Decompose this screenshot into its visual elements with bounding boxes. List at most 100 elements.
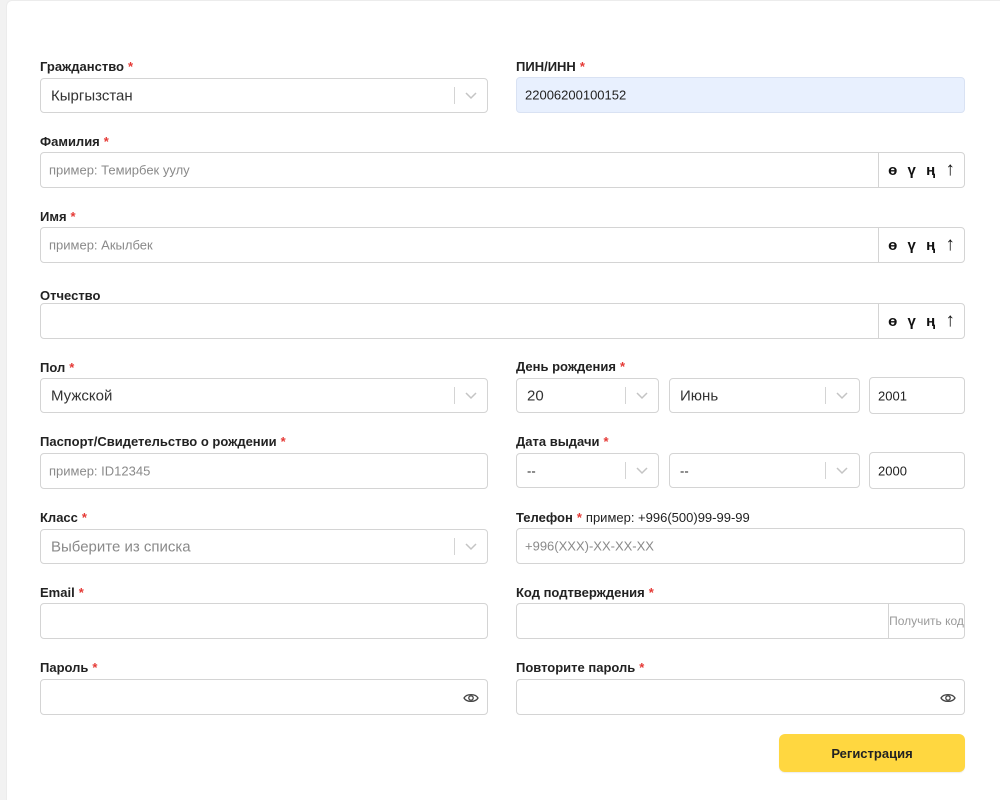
birthday-year-value: 2001 (878, 388, 907, 403)
required-mark: * (103, 134, 109, 149)
gender-select[interactable]: Мужской (40, 378, 488, 413)
get-code-label: Получить код (889, 614, 964, 628)
chevron-down-icon (836, 391, 848, 400)
name-input[interactable]: пример: Акылбек (40, 227, 879, 263)
password-label: Пароль * (40, 660, 97, 675)
uppercase-arrow-icon[interactable]: ↑ (945, 310, 955, 332)
email-label-text: Email (40, 585, 75, 600)
key-ng-button[interactable]: ң (926, 313, 935, 330)
chevron-down-icon (636, 466, 648, 475)
citizenship-label-text: Гражданство (40, 59, 124, 74)
special-keys-surname: ө ү ң ↑ (878, 152, 965, 188)
patronymic-input[interactable] (40, 303, 879, 339)
issue-year-value: 2000 (878, 463, 907, 478)
key-o-bar-button[interactable]: ө (888, 313, 897, 330)
uppercase-arrow-icon[interactable]: ↑ (945, 159, 955, 181)
issue-day-value: -- (527, 463, 536, 478)
required-mark: * (78, 585, 84, 600)
key-ng-button[interactable]: ң (926, 162, 935, 179)
code-label: Код подтверждения * (516, 585, 654, 600)
uppercase-arrow-icon[interactable]: ↑ (945, 234, 955, 256)
grade-select[interactable]: Выберите из списка (40, 529, 488, 564)
required-mark: * (576, 510, 582, 525)
gender-label: Пол * (40, 360, 74, 375)
key-u-straight-button[interactable]: ү (908, 237, 916, 254)
surname-placeholder: пример: Темирбек уулу (49, 162, 190, 178)
birthday-day-select[interactable]: 20 (516, 378, 659, 413)
citizenship-label: Гражданство * (40, 59, 133, 74)
phone-input[interactable]: +996(XXX)-XX-XX-XX (516, 528, 965, 564)
issue-month-select[interactable]: -- (669, 453, 860, 488)
issue-year-input[interactable]: 2000 (869, 452, 965, 489)
passport-placeholder: пример: ID12345 (49, 463, 151, 479)
special-keys-name: ө ү ң ↑ (878, 227, 965, 263)
patronymic-label-text: Отчество (40, 288, 101, 303)
chevron-down-icon (636, 391, 648, 400)
key-o-bar-button[interactable]: ө (888, 162, 897, 179)
passport-input[interactable]: пример: ID12345 (40, 453, 488, 489)
pin-label: ПИН/ИНН * (516, 59, 585, 74)
select-divider (625, 462, 626, 479)
key-u-straight-button[interactable]: ү (908, 313, 916, 330)
register-button-label: Регистрация (831, 745, 913, 761)
birthday-label-text: День рождения (516, 359, 616, 374)
birthday-day-value: 20 (527, 387, 544, 404)
issue-day-select[interactable]: -- (516, 453, 659, 488)
passport-label-text: Паспорт/Свидетельство о рождении (40, 434, 277, 449)
surname-label: Фамилия * (40, 134, 109, 149)
select-divider (454, 387, 455, 404)
phone-hint: пример: +996(500)99-99-99 (585, 510, 750, 525)
required-mark: * (579, 59, 585, 74)
select-divider (454, 87, 455, 104)
select-divider (625, 387, 626, 404)
birthday-label: День рождения * (516, 359, 625, 374)
grade-placeholder: Выберите из списка (51, 538, 191, 555)
issue-date-label: Дата выдачи * (516, 434, 609, 449)
citizenship-value: Кыргызстан (51, 87, 133, 104)
password-input[interactable] (40, 679, 488, 715)
key-u-straight-button[interactable]: ү (908, 162, 916, 179)
passport-label: Паспорт/Свидетельство о рождении * (40, 434, 286, 449)
phone-placeholder: +996(XXX)-XX-XX-XX (525, 538, 654, 554)
birthday-year-input[interactable]: 2001 (869, 377, 965, 414)
get-code-button[interactable]: Получить код (888, 604, 964, 638)
required-mark: * (648, 585, 654, 600)
pin-input[interactable]: 22006200100152 (516, 77, 965, 113)
password-repeat-input[interactable] (516, 679, 965, 715)
name-label-text: Имя (40, 209, 67, 224)
password-repeat-label: Повторите пароль * (516, 660, 644, 675)
key-ng-button[interactable]: ң (926, 237, 935, 254)
grade-label-text: Класс (40, 510, 78, 525)
surname-input[interactable]: пример: Темирбек уулу (40, 152, 879, 188)
email-input[interactable] (40, 603, 488, 639)
citizenship-select[interactable]: Кыргызстан (40, 78, 488, 113)
phone-label: Телефон * пример: +996(500)99-99-99 (516, 510, 750, 525)
issue-month-value: -- (680, 463, 689, 478)
select-divider (825, 387, 826, 404)
code-input[interactable]: Получить код (516, 603, 965, 639)
eye-icon[interactable] (463, 691, 479, 703)
select-divider (454, 538, 455, 555)
surname-label-text: Фамилия (40, 134, 100, 149)
password-repeat-label-text: Повторите пароль (516, 660, 636, 675)
select-divider (825, 462, 826, 479)
required-mark: * (603, 434, 609, 449)
chevron-down-icon (465, 391, 477, 400)
patronymic-label: Отчество (40, 288, 100, 303)
special-keys-patronymic: ө ү ң ↑ (878, 303, 965, 339)
birthday-month-select[interactable]: Июнь (669, 378, 860, 413)
required-mark: * (639, 660, 645, 675)
phone-label-text: Телефон (516, 510, 573, 525)
key-o-bar-button[interactable]: ө (888, 237, 897, 254)
required-mark: * (92, 660, 98, 675)
birthday-month-value: Июнь (680, 387, 719, 404)
required-mark: * (81, 510, 87, 525)
register-button[interactable]: Регистрация (779, 734, 965, 772)
code-label-text: Код подтверждения (516, 585, 645, 600)
pin-value: 22006200100152 (525, 87, 627, 103)
password-label-text: Пароль (40, 660, 89, 675)
email-label: Email * (40, 585, 84, 600)
chevron-down-icon (465, 91, 477, 100)
eye-icon[interactable] (940, 691, 956, 703)
issue-date-label-text: Дата выдачи (516, 434, 600, 449)
